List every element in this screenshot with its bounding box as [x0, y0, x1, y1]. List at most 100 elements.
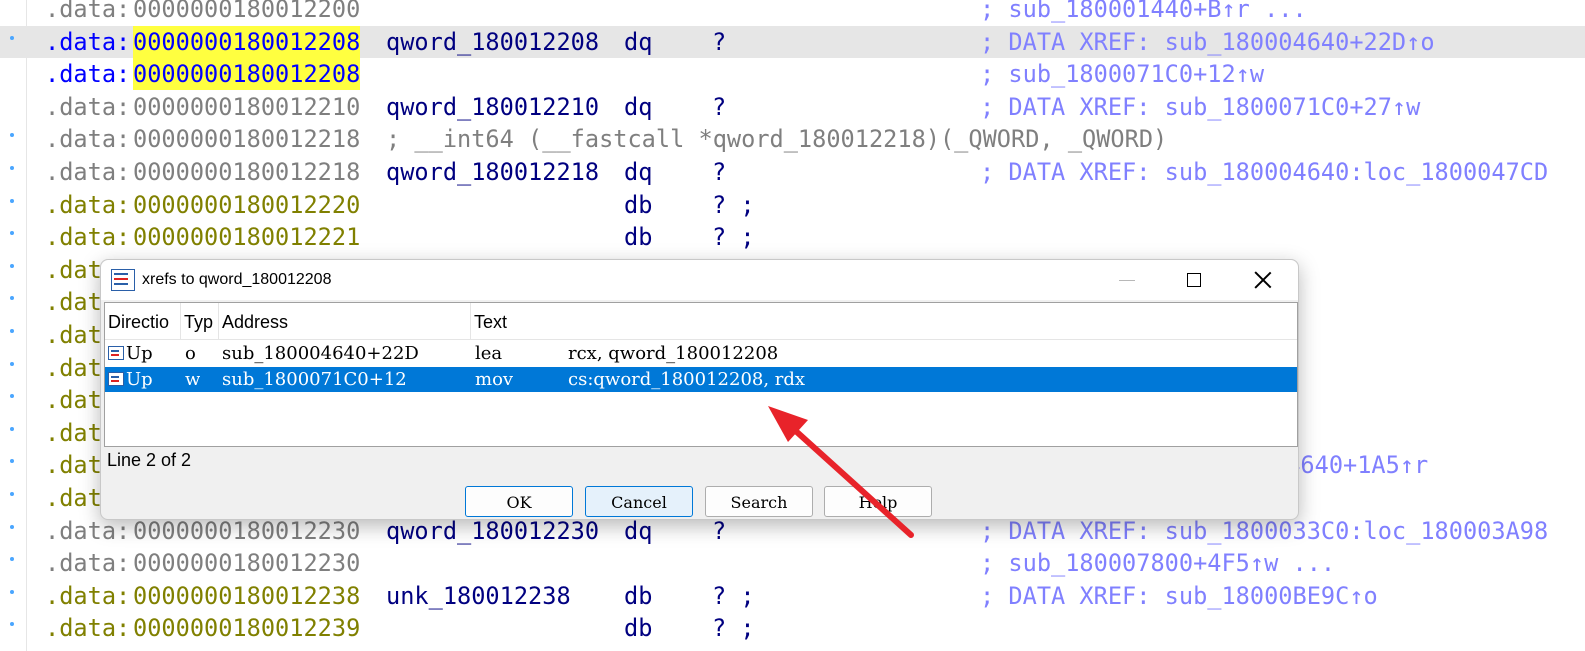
- breakpoint-dot-icon[interactable]: [10, 589, 15, 595]
- segment-label: .data:: [45, 190, 131, 219]
- xref-comment[interactable]: ; sub_1800071C0+12↑w: [980, 58, 1264, 90]
- line-address[interactable]: 0000000180012238: [133, 580, 360, 612]
- segment-label: .data:: [45, 92, 131, 121]
- breakpoint-dot-icon[interactable]: [10, 459, 15, 464]
- column-type[interactable]: Typ: [181, 303, 219, 339]
- cancel-button[interactable]: Cancel: [585, 486, 693, 517]
- line-address[interactable]: 0000000180012218: [133, 123, 360, 155]
- listing-line[interactable]: .data: 0000000180012230; sub_180007800+4F…: [0, 547, 1585, 579]
- xref-comment[interactable]: ; DATA XREF: sub_1800071C0+27↑w: [980, 91, 1420, 123]
- ok-button[interactable]: OK: [465, 486, 573, 517]
- data-value: ?: [712, 158, 727, 186]
- help-button[interactable]: Help: [824, 486, 932, 517]
- cell-address: sub_1800071C0+12: [222, 369, 407, 390]
- segment-label: .data:: [45, 0, 131, 23]
- line-address[interactable]: 0000000180012200: [133, 0, 360, 25]
- search-button[interactable]: Search: [705, 486, 813, 517]
- xrefs-window-icon: [111, 269, 135, 291]
- xref-comment[interactable]: ; DATA XREF: sub_18000BE9C↑o: [980, 580, 1378, 612]
- segment-label: .data:: [45, 614, 131, 643]
- symbol-name[interactable]: unk_180012238: [386, 580, 571, 612]
- xrefs-dialog: xrefs to qword_180012208 Directio Typ Ad…: [100, 259, 1299, 520]
- data-directive: db: [624, 581, 653, 610]
- maximize-icon: [1187, 273, 1201, 287]
- segment-label: .dat: [45, 418, 102, 447]
- data-value: ?: [712, 27, 727, 56]
- list-header: Directio Typ Address Text: [105, 303, 1297, 340]
- cell-operands: rcx, qword_180012208: [568, 343, 779, 364]
- cell-mnemonic: mov: [475, 369, 514, 390]
- line-address[interactable]: 0000000180012221: [133, 221, 360, 253]
- xrefs-list[interactable]: Directio Typ Address Text Up o sub_18000…: [104, 302, 1298, 447]
- breakpoint-dot-icon[interactable]: [10, 492, 15, 497]
- cell-operands: cs:qword_180012208, rdx: [568, 369, 806, 390]
- listing-line[interactable]: .data: 0000000180012218 qword_180012218 dq?…: [0, 156, 1585, 188]
- line-address[interactable]: 0000000180012220: [133, 189, 360, 221]
- breakpoint-dot-icon[interactable]: [10, 166, 15, 171]
- breakpoint-dot-icon[interactable]: [10, 426, 15, 432]
- breakpoint-dot-icon[interactable]: [10, 133, 15, 138]
- cell-direction: Up: [126, 369, 153, 390]
- listing-line[interactable]: .data: 0000000180012221 db ? ;: [0, 221, 1585, 253]
- data-directive: dq: [624, 158, 653, 186]
- breakpoint-dot-icon[interactable]: [10, 524, 15, 530]
- listing-line[interactable]: .data: 0000000180012208 ; sub_1800071C0+12…: [0, 58, 1585, 91]
- column-text[interactable]: Text: [471, 303, 1297, 339]
- data-value: ? ;: [712, 614, 755, 643]
- listing-line[interactable]: .data: 0000000180012218 ; __int64 (__fastc…: [0, 123, 1585, 155]
- xref-comment[interactable]: ; sub_180001440+B↑r ...: [980, 0, 1307, 25]
- segment-label: .data:: [45, 581, 131, 610]
- xref-icon: [108, 346, 124, 360]
- dialog-title: xrefs to qword_180012208: [142, 271, 332, 288]
- data-value: ? ;: [712, 581, 755, 610]
- cell-address: sub_180004640+22D: [222, 343, 419, 364]
- table-row-selected[interactable]: Up w sub_1800071C0+12 mov cs:qword_18001…: [105, 367, 1297, 392]
- xref-comment[interactable]: ; DATA XREF: sub_180004640+22D↑o: [980, 26, 1435, 58]
- breakpoint-dot-icon[interactable]: [10, 231, 15, 236]
- segment-label: .dat: [45, 353, 102, 382]
- listing-line[interactable]: .data: 0000000180012238 unk_180012238 db ? ;…: [0, 580, 1585, 612]
- listing-line[interactable]: .data: 0000000180012200 ; sub_180001440+B↑…: [0, 0, 1585, 25]
- xref-comment[interactable]: ; DATA XREF: sub_180004640:loc_1800047CD: [980, 156, 1548, 188]
- segment-label: .dat: [45, 451, 102, 480]
- breakpoint-dot-icon[interactable]: [10, 329, 15, 334]
- listing-line[interactable]: .data: 0000000180012210 qword_180012210 dq?…: [0, 91, 1585, 123]
- listing-line[interactable]: .data: 0000000180012239 db ? ;: [0, 612, 1585, 644]
- minimize-icon: [1119, 280, 1135, 281]
- breakpoint-dot-icon[interactable]: [10, 198, 15, 204]
- listing-line[interactable]: .data: 0000000180012220 db ? ;: [0, 189, 1585, 221]
- breakpoint-dot-icon[interactable]: [10, 394, 15, 399]
- segment-label: .data:: [45, 27, 131, 56]
- maximize-button[interactable]: [1169, 260, 1219, 300]
- column-direction[interactable]: Directio: [105, 303, 181, 339]
- symbol-name[interactable]: qword_180012210: [386, 91, 599, 123]
- close-button[interactable]: [1238, 260, 1288, 300]
- listing-line[interactable]: .data: 0000000180012208 qword_180012208 dq?…: [0, 25, 1585, 58]
- segment-label: .dat: [45, 255, 102, 284]
- symbol-name[interactable]: qword_180012218: [386, 156, 599, 188]
- table-row[interactable]: Up o sub_180004640+22D lea rcx, qword_18…: [105, 341, 1297, 366]
- line-address[interactable]: 0000000180012239: [133, 612, 360, 644]
- line-address[interactable]: 0000000180012208: [133, 58, 361, 91]
- symbol-name[interactable]: qword_180012208: [386, 26, 599, 58]
- minimize-button[interactable]: [1101, 260, 1151, 300]
- segment-label: .data:: [45, 60, 131, 89]
- xref-comment[interactable]: ; sub_180007800+4F5↑w ...: [980, 547, 1335, 579]
- line-address[interactable]: 0000000180012208: [133, 25, 361, 58]
- segment-label: .dat: [45, 484, 102, 512]
- breakpoint-dot-icon[interactable]: [10, 361, 15, 367]
- breakpoint-dot-icon[interactable]: [10, 35, 15, 41]
- breakpoint-dot-icon[interactable]: [10, 622, 15, 627]
- line-address[interactable]: 0000000180012218: [133, 156, 360, 188]
- prototype-comment[interactable]: ; __int64 (__fastcall *qword_180012218)(…: [386, 123, 1167, 155]
- line-address[interactable]: 0000000180012230: [133, 547, 360, 579]
- dialog-titlebar[interactable]: xrefs to qword_180012208: [101, 260, 1298, 300]
- breakpoint-dot-icon[interactable]: [10, 557, 15, 562]
- breakpoint-dot-icon[interactable]: [10, 263, 15, 269]
- line-address[interactable]: 0000000180012210: [133, 91, 360, 123]
- segment-label: .data:: [45, 223, 131, 252]
- breakpoint-dot-icon[interactable]: [10, 296, 15, 301]
- column-address[interactable]: Address: [219, 303, 471, 339]
- data-value: ? ;: [712, 223, 755, 252]
- segment-label: .data:: [45, 125, 131, 154]
